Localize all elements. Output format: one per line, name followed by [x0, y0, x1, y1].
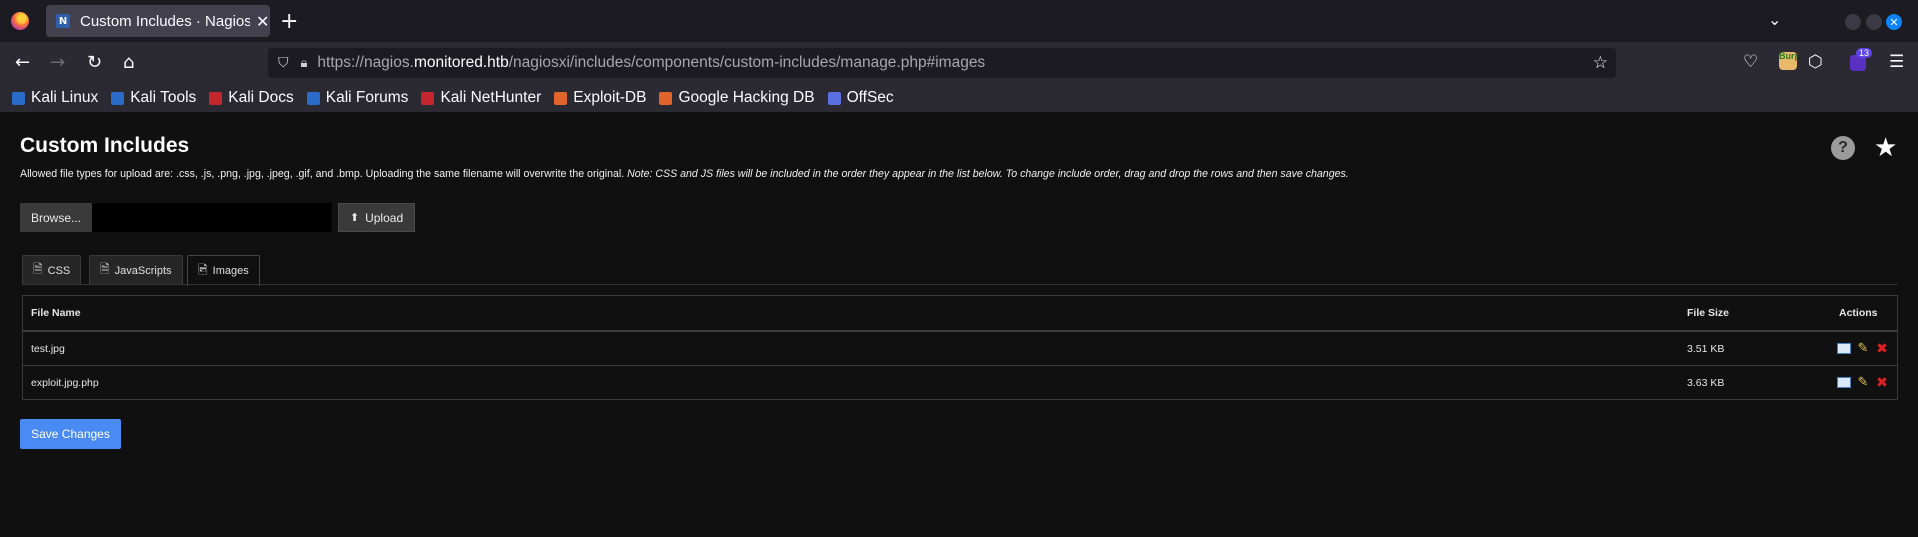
url-path: /nagiosxi/includes/components/custom-inc…: [508, 54, 986, 71]
maximize-window-button[interactable]: [1866, 14, 1882, 30]
bookmark-item[interactable]: Kali NetHunter: [421, 89, 541, 107]
nagios-favicon-icon: N: [56, 14, 70, 28]
header-file-size[interactable]: File Size: [1687, 296, 1729, 330]
upload-button[interactable]: ⬆ Upload: [338, 203, 415, 232]
back-icon[interactable]: ←: [15, 52, 30, 73]
tab-title: Custom Includes · Nagios: [80, 12, 250, 30]
tab-css[interactable]: 🗎︎ CSS: [22, 255, 82, 285]
reload-icon[interactable]: ↻: [87, 52, 102, 73]
row-actions: ✎ ✖: [1837, 332, 1897, 365]
browser-tab-active[interactable]: N Custom Includes · Nagios ✕: [46, 5, 270, 37]
home-icon[interactable]: ⌂: [123, 52, 134, 73]
help-icon[interactable]: ?: [1831, 136, 1855, 160]
bookmark-favicon-icon: [554, 91, 568, 105]
bookmark-favicon-icon: [209, 91, 223, 105]
bookmark-label: Kali Docs: [228, 89, 294, 106]
url-text[interactable]: https://nagios.monitored.htb/nagiosxi/in…: [317, 54, 985, 72]
tab-close-icon[interactable]: ✕: [256, 12, 269, 31]
upload-icon: ⬆: [349, 211, 360, 224]
header-actions: Actions: [1839, 307, 1878, 319]
site-info-lock-icon[interactable]: 🔒︎: [301, 56, 308, 71]
url-prefix: https://nagios.: [317, 54, 414, 71]
page-content: Custom Includes ? ★ Allowed file types f…: [0, 112, 1918, 535]
extensions-icon[interactable]: ⬡: [1808, 52, 1823, 72]
rename-pencil-icon[interactable]: ✎: [1856, 375, 1870, 390]
description-text: Allowed file types for upload are: .css,…: [20, 168, 628, 180]
table-row[interactable]: exploit.jpg.php 3.63 KB ✎ ✖: [23, 366, 1897, 399]
rename-pencil-icon[interactable]: ✎: [1856, 341, 1870, 356]
firefox-logo-icon[interactable]: [11, 12, 29, 30]
delete-icon[interactable]: ✖: [1875, 375, 1889, 391]
page-description: Allowed file types for upload are: .css,…: [20, 168, 1349, 180]
file-name-field[interactable]: [92, 203, 332, 232]
tracking-protection-shield-icon[interactable]: ⛉: [278, 55, 289, 71]
tab-javascripts[interactable]: 🗎︎ JavaScripts: [89, 255, 183, 285]
file-image-icon: 🖻︎: [198, 262, 208, 277]
tabs-divider: [22, 284, 1898, 285]
extension-badge-count: 13: [1856, 48, 1873, 58]
browser-chrome: N Custom Includes · Nagios ✕ + ⌄ ✕ ← → ↻…: [0, 0, 1918, 112]
bookmarks-toolbar: Kali Linux Kali Tools Kali Docs Kali Forums…: [0, 84, 1918, 112]
header-file-name[interactable]: File Name: [31, 296, 81, 330]
bookmark-label: Kali Linux: [31, 89, 99, 106]
bookmark-label: Kali Forums: [325, 89, 409, 106]
bookmark-favicon-icon: [421, 91, 435, 105]
bookmark-item[interactable]: Kali Linux: [12, 89, 98, 107]
file-size-cell: 3.63 KB: [1687, 376, 1725, 389]
bookmark-favicon-icon: [306, 91, 320, 105]
tab-images[interactable]: 🖻︎ Images: [187, 255, 260, 286]
tab-images-label: Images: [212, 265, 249, 277]
file-name-cell: test.jpg: [31, 342, 65, 355]
url-bar[interactable]: ⛉ 🔒︎ https://nagios.monitored.htb/nagios…: [268, 48, 1616, 78]
bookmark-label: Kali Tools: [130, 89, 197, 106]
minimize-window-button[interactable]: [1845, 14, 1861, 30]
favorite-star-icon[interactable]: ★: [1874, 133, 1897, 163]
page-title: Custom Includes: [20, 134, 190, 157]
bookmark-star-icon[interactable]: ☆: [1593, 53, 1608, 73]
file-css-icon: 🗎︎: [33, 262, 43, 276]
browse-button[interactable]: Browse...: [20, 203, 92, 232]
bookmark-item[interactable]: Kali Docs: [209, 89, 294, 107]
close-window-button[interactable]: ✕: [1886, 14, 1902, 30]
pocket-icon[interactable]: ♡: [1743, 52, 1758, 72]
bookmark-item[interactable]: Google Hacking DB: [659, 89, 815, 107]
bookmark-label: Exploit-DB: [573, 89, 647, 106]
bookmark-favicon-icon: [12, 91, 25, 105]
description-note: Note: CSS and JS files will be included …: [627, 168, 1349, 180]
view-icon[interactable]: [1837, 377, 1851, 388]
images-table: File Name File Size Actions test.jpg 3.5…: [22, 295, 1898, 400]
upload-label: Upload: [365, 210, 404, 225]
forward-icon[interactable]: →: [50, 52, 65, 73]
bookmark-favicon-icon: [111, 91, 125, 105]
nav-bar: ← → ↻ ⌂ ⛉ 🔒︎ https://nagios.monitored.ht…: [0, 42, 1918, 84]
new-tab-button[interactable]: +: [280, 9, 298, 34]
tab-bar: N Custom Includes · Nagios ✕ + ⌄ ✕: [0, 0, 1918, 42]
row-actions: ✎ ✖: [1837, 366, 1897, 399]
bookmark-favicon-icon: [659, 91, 673, 105]
tab-css-label: CSS: [47, 264, 71, 277]
table-row[interactable]: test.jpg 3.51 KB ✎ ✖: [23, 332, 1897, 366]
bookmark-item[interactable]: OffSec: [827, 89, 894, 107]
bookmark-favicon-icon: [827, 91, 841, 105]
bookmark-label: Google Hacking DB: [678, 89, 815, 106]
tab-javascripts-label: JavaScripts: [114, 264, 172, 277]
file-size-cell: 3.51 KB: [1687, 342, 1725, 355]
bookmark-label: OffSec: [846, 89, 894, 106]
app-menu-icon[interactable]: ☰: [1889, 52, 1904, 72]
burp-extension-icon[interactable]: Burp: [1779, 52, 1797, 70]
file-name-cell: exploit.jpg.php: [31, 376, 99, 389]
file-code-icon: 🗎︎: [100, 262, 110, 276]
bookmark-item[interactable]: Kali Tools: [111, 89, 196, 107]
url-host: monitored.htb: [413, 54, 509, 71]
view-icon[interactable]: [1837, 343, 1851, 354]
table-header-row: File Name File Size Actions: [23, 296, 1897, 332]
delete-icon[interactable]: ✖: [1875, 341, 1889, 357]
bookmark-item[interactable]: Exploit-DB: [554, 89, 646, 107]
list-all-tabs-icon[interactable]: ⌄: [1768, 10, 1781, 29]
bookmark-label: Kali NetHunter: [440, 89, 542, 106]
bookmark-item[interactable]: Kali Forums: [306, 89, 409, 107]
save-changes-button[interactable]: Save Changes: [20, 419, 121, 449]
